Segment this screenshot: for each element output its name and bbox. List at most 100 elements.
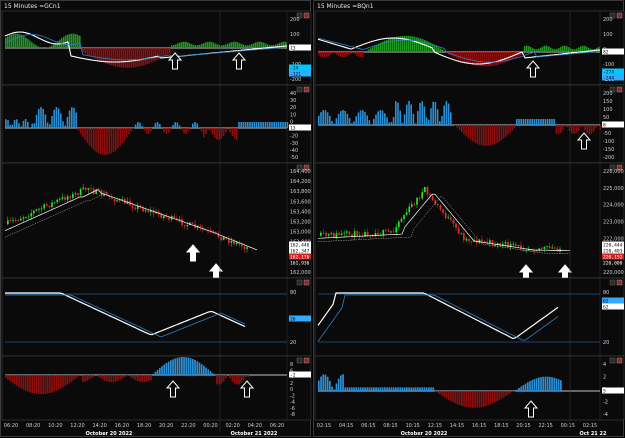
histogram-bar	[117, 375, 119, 381]
histogram-bar	[205, 42, 207, 48]
histogram-bar	[163, 48, 165, 57]
histogram-bar	[139, 375, 141, 382]
panel-close-button[interactable]	[304, 87, 309, 92]
axis-tick-label: 222,000	[603, 236, 624, 242]
histogram-bar	[227, 44, 229, 48]
histogram-bar	[436, 46, 438, 52]
histogram-bar	[130, 375, 132, 378]
histogram-bar	[82, 375, 84, 382]
histogram-bar	[5, 119, 7, 128]
candle-body	[246, 247, 248, 249]
histogram-bar	[358, 113, 360, 125]
histogram-bar	[159, 368, 161, 375]
right-chart-window[interactable]: 15 Minutes =BQn1 2001000-100-20082-274-2…	[313, 0, 624, 437]
candle-body	[549, 246, 551, 248]
histogram-bar	[133, 375, 135, 379]
histogram-bar	[402, 387, 404, 391]
histogram-bar	[100, 128, 102, 154]
histogram-bar	[362, 387, 364, 391]
histogram-bar	[210, 371, 212, 375]
histogram-bar	[223, 128, 225, 136]
histogram-bar	[426, 117, 428, 125]
histogram-bar	[51, 46, 53, 48]
histogram-bar	[196, 124, 198, 128]
candle-body	[7, 220, 9, 224]
histogram-bar	[247, 375, 249, 377]
histogram-bar	[366, 115, 368, 125]
panel-settings-button[interactable]	[297, 358, 302, 363]
candle-body	[54, 202, 56, 203]
candle-body	[33, 211, 35, 213]
candle-body	[385, 230, 387, 231]
histogram-bar	[243, 45, 245, 48]
histogram-bar	[494, 125, 496, 144]
histogram-bar	[402, 123, 404, 125]
histogram-bar	[443, 391, 445, 397]
histogram-bar	[536, 49, 538, 52]
candle-body	[116, 200, 118, 201]
right-chart-svg[interactable]: 2001000-100-20082-274-244200150100500-50…	[314, 1, 625, 438]
histogram-bar	[115, 128, 117, 150]
histogram-bar	[496, 52, 498, 65]
histogram-bar	[373, 119, 375, 125]
axis-tick-label: 100	[290, 32, 300, 38]
histogram-bar	[115, 375, 117, 382]
panel-close-button[interactable]	[304, 358, 309, 363]
panel-frame	[315, 11, 624, 85]
histogram-bar	[366, 387, 368, 391]
panel-close-button[interactable]	[617, 87, 622, 92]
histogram-bar	[69, 375, 71, 383]
candle-body	[179, 219, 181, 220]
histogram-bar	[179, 357, 181, 375]
panel-close-button[interactable]	[304, 280, 309, 285]
histogram-bar	[358, 52, 360, 57]
axis-tick-label: 163,800	[290, 189, 311, 195]
panel-settings-button[interactable]	[610, 280, 615, 285]
left-chart-svg[interactable]: 2001000-100-20013-24-121403020100-10-20-…	[1, 1, 312, 438]
axis-tick-label: -100	[603, 139, 614, 145]
left-chart-window[interactable]: 15 Minutes =GCn1 2001000-100-20013-24-12…	[0, 0, 311, 437]
axis-tick-label: 220,000	[603, 270, 624, 276]
axis-tick-label: -150	[603, 147, 614, 153]
panel-close-button[interactable]	[617, 280, 622, 285]
histogram-bar	[422, 39, 424, 52]
panel-close-button[interactable]	[617, 13, 622, 18]
histogram-bar	[550, 48, 552, 52]
histogram-bar	[462, 52, 464, 61]
time-axis-label: 20:15	[516, 423, 530, 429]
histogram-bar	[9, 375, 11, 381]
panel-close-button[interactable]	[617, 358, 622, 363]
histogram-bar	[560, 125, 562, 133]
axis-tick-label: 4	[603, 362, 606, 368]
time-axis-label: 22:20	[181, 423, 195, 429]
chart-title: 15 Minutes =BQn1	[317, 3, 374, 10]
candle-body	[388, 230, 390, 231]
panel-settings-button[interactable]	[297, 280, 302, 285]
histogram-bar	[269, 122, 271, 128]
histogram-bar	[393, 387, 395, 391]
candle-body	[212, 231, 214, 232]
candle-body	[515, 244, 517, 246]
value-tag-label: -244	[603, 75, 614, 81]
panel-settings-button[interactable]	[610, 358, 615, 363]
histogram-bar	[117, 48, 119, 67]
panel-settings-button[interactable]	[297, 87, 302, 92]
histogram-bar	[441, 116, 443, 125]
histogram-bar	[344, 52, 346, 57]
histogram-bar	[549, 377, 551, 391]
histogram-bar	[128, 128, 130, 134]
histogram-bar	[265, 122, 267, 128]
histogram-bar	[13, 34, 15, 48]
panel-close-button[interactable]	[304, 13, 309, 18]
axis-tick-label: 163,600	[290, 199, 311, 205]
histogram-bar	[568, 47, 570, 52]
candle-body	[406, 212, 408, 215]
histogram-bar	[234, 128, 236, 139]
histogram-bar	[386, 387, 388, 391]
histogram-bar	[375, 115, 377, 125]
histogram-bar	[567, 125, 569, 127]
histogram-bar	[23, 36, 25, 48]
axis-tick-label: 2	[290, 381, 293, 387]
histogram-bar	[487, 391, 489, 405]
candle-body	[85, 188, 87, 190]
